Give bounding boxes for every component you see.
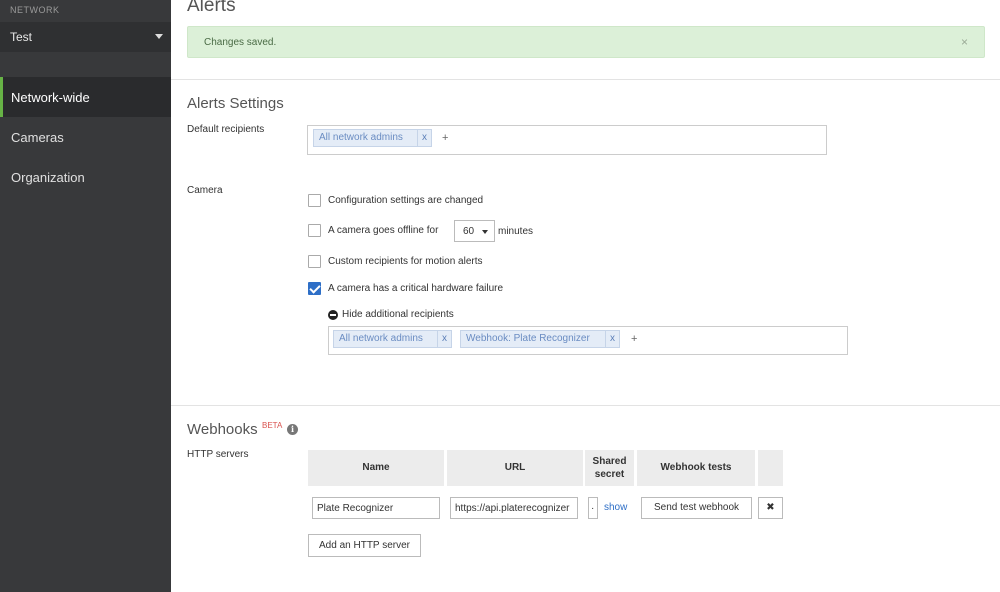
- tag-label: All network admins: [319, 132, 403, 143]
- recipient-tag: Webhook: Plate Recognizer x: [460, 330, 620, 348]
- network-name: Test: [10, 30, 33, 44]
- info-icon[interactable]: i: [287, 424, 298, 435]
- sidebar-heading: NETWORK: [10, 5, 60, 15]
- column-header-actions: [758, 450, 783, 486]
- main-content: Alerts Changes saved. × Alerts Settings …: [171, 0, 1000, 592]
- minutes-label: minutes: [498, 226, 534, 237]
- tag-label: Webhook: Plate Recognizer: [466, 333, 590, 344]
- close-icon[interactable]: ×: [961, 35, 968, 49]
- custom-motion-checkbox[interactable]: [308, 255, 321, 268]
- default-recipients-input[interactable]: All network admins x +: [307, 125, 827, 155]
- sidebar: NETWORK Test Network-wide Cameras Organi…: [0, 0, 171, 592]
- server-name-input[interactable]: Plate Recognizer: [312, 497, 440, 519]
- option-label: A camera has a critical hardware failure: [328, 283, 504, 294]
- recipient-tag: All network admins x: [333, 330, 452, 348]
- additional-recipients-input[interactable]: All network admins x Webhook: Plate Reco…: [328, 326, 848, 355]
- column-header-webhook-tests: Webhook tests: [637, 450, 755, 486]
- divider: [171, 405, 1000, 406]
- sidebar-item-cameras[interactable]: Cameras: [0, 117, 171, 157]
- sidebar-item-label: Organization: [11, 170, 85, 185]
- default-recipients-label: Default recipients: [187, 124, 265, 135]
- config-changed-checkbox[interactable]: [308, 194, 321, 207]
- page-title: Alerts: [187, 0, 236, 16]
- camera-label: Camera: [187, 185, 223, 196]
- hardware-failure-checkbox[interactable]: [308, 282, 321, 295]
- alerts-settings-title: Alerts Settings: [187, 95, 284, 112]
- success-flash: Changes saved. ×: [187, 26, 985, 58]
- column-header-url: URL: [447, 450, 583, 486]
- shared-secret-input[interactable]: ·: [588, 497, 598, 519]
- beta-badge: BETA: [262, 421, 283, 430]
- remove-tag-icon[interactable]: x: [605, 331, 619, 347]
- sidebar-item-label: Network-wide: [11, 90, 90, 105]
- sidebar-item-label: Cameras: [11, 130, 64, 145]
- webhooks-title: Webhooks: [187, 421, 258, 438]
- recipient-tag: All network admins x: [313, 129, 432, 147]
- option-label: Configuration settings are changed: [328, 195, 484, 206]
- minus-circle-icon: [328, 310, 338, 320]
- select-value: 60: [463, 226, 475, 237]
- caret-down-icon: [482, 230, 488, 234]
- server-url-input[interactable]: https://api.platerecognizer: [450, 497, 578, 519]
- network-selector[interactable]: Test: [0, 22, 171, 52]
- add-http-server-button[interactable]: Add an HTTP server: [308, 534, 421, 557]
- flash-message: Changes saved.: [204, 37, 277, 48]
- column-header-name: Name: [308, 450, 444, 486]
- send-test-webhook-button[interactable]: Send test webhook: [641, 497, 752, 519]
- option-label: Custom recipients for motion alerts: [328, 256, 483, 267]
- http-servers-label: HTTP servers: [187, 449, 249, 460]
- sidebar-item-network-wide[interactable]: Network-wide: [0, 77, 171, 117]
- column-header-shared-secret: Shared secret: [585, 450, 634, 486]
- option-label: A camera goes offline for: [328, 225, 439, 236]
- show-secret-link[interactable]: show: [604, 502, 627, 513]
- remove-tag-icon[interactable]: x: [417, 130, 431, 146]
- remove-tag-icon[interactable]: x: [437, 331, 451, 347]
- add-recipient-button[interactable]: +: [631, 333, 637, 345]
- hide-additional-label: Hide additional recipients: [342, 309, 454, 320]
- camera-offline-checkbox[interactable]: [308, 224, 321, 237]
- tag-label: All network admins: [339, 333, 423, 344]
- offline-minutes-select[interactable]: 60: [454, 220, 495, 242]
- add-recipient-button[interactable]: +: [442, 132, 448, 144]
- sidebar-item-organization[interactable]: Organization: [0, 157, 171, 197]
- divider: [171, 79, 1000, 80]
- caret-down-icon: [155, 34, 163, 39]
- delete-server-button[interactable]: ✖: [758, 497, 783, 519]
